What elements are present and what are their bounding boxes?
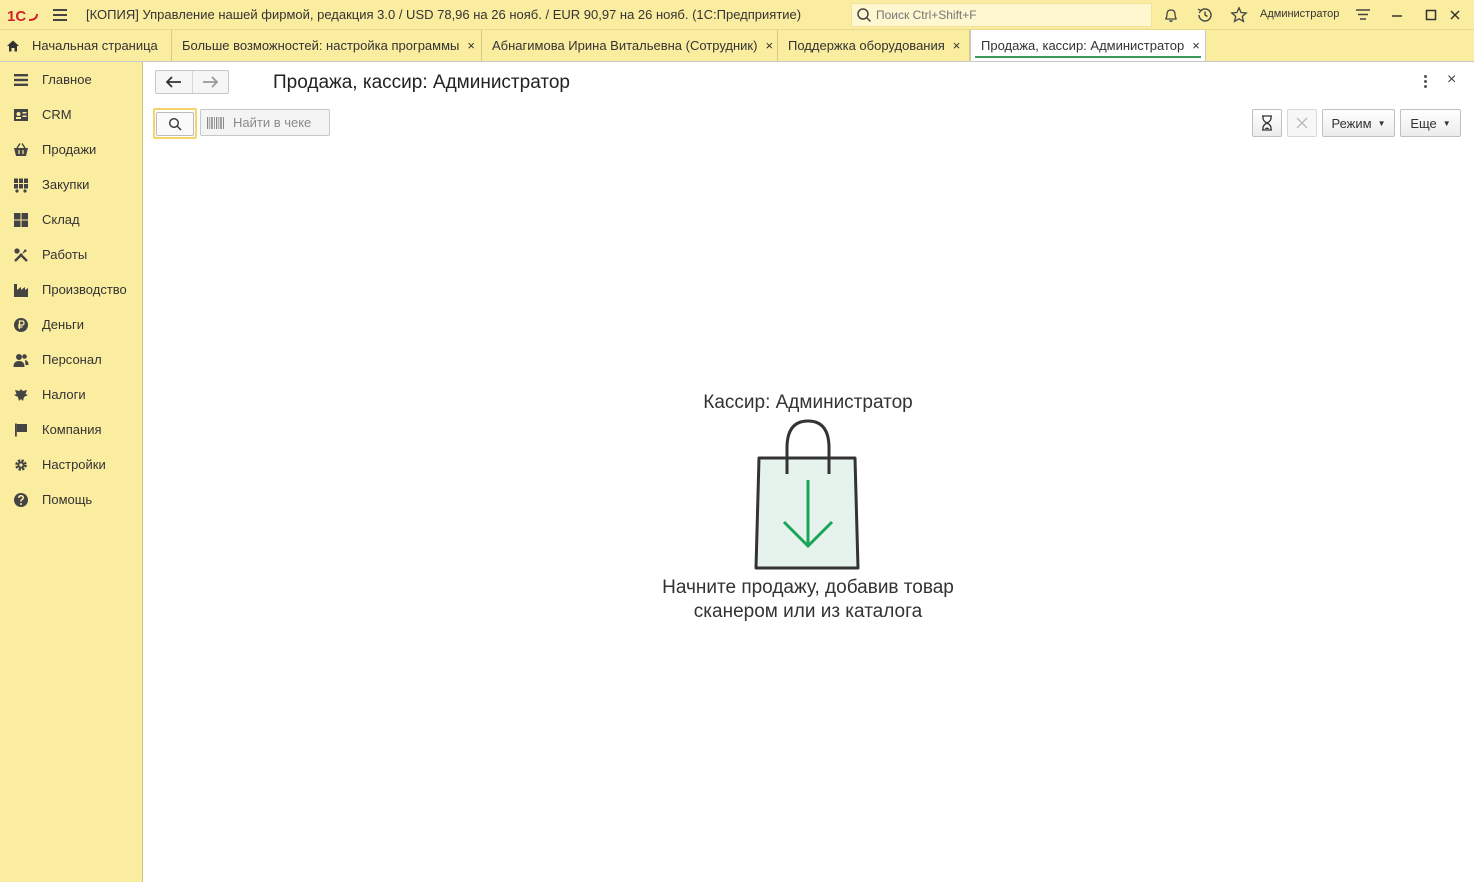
sidebar-item-label: Склад <box>42 212 80 227</box>
shopping-bag-icon <box>754 419 860 570</box>
sidebar-item-money[interactable]: Деньги <box>0 307 142 342</box>
sidebar-item-production[interactable]: Производство <box>0 272 142 307</box>
forward-arrow-icon[interactable] <box>193 71 229 93</box>
tab-employee[interactable]: Абнагимова Ирина Витальевна (Сотрудник) … <box>482 30 778 61</box>
sidebar-item-main[interactable]: Главное <box>0 62 142 97</box>
sidebar-item-sales[interactable]: Продажи <box>0 132 142 167</box>
sidebar-item-label: Персонал <box>42 352 102 367</box>
factory-icon <box>12 281 30 299</box>
tab-close-icon[interactable]: × <box>1192 38 1200 53</box>
warehouse-icon <box>12 211 30 229</box>
minimize-icon[interactable] <box>1387 5 1407 25</box>
cashier-label: Кассир: Администратор <box>703 392 913 413</box>
more-button-label: Еще <box>1410 115 1437 131</box>
barcode-icon <box>207 116 224 129</box>
hint-line-1: Начните продажу, добавив товар <box>662 577 954 598</box>
tab-label: Абнагимова Ирина Витальевна (Сотрудник) <box>492 38 758 53</box>
history-icon[interactable] <box>1195 5 1215 25</box>
sidebar: Главное CRM Продажи Закупки Склад Работы… <box>0 62 143 882</box>
people-icon <box>12 351 30 369</box>
hourglass-button[interactable] <box>1252 109 1282 137</box>
sidebar-item-warehouse[interactable]: Склад <box>0 202 142 237</box>
basket-icon <box>12 141 30 159</box>
tab-home[interactable]: Начальная страница <box>0 30 172 61</box>
form-close-icon[interactable]: × <box>1447 71 1456 89</box>
flag-icon <box>12 421 30 439</box>
back-arrow-icon[interactable] <box>156 71 193 93</box>
page-title: Продажа, кассир: Администратор <box>273 72 570 93</box>
mode-button[interactable]: Режим ▼ <box>1322 109 1395 137</box>
user-name[interactable]: Администратор <box>1260 8 1339 20</box>
empty-state-hint: Начните продажу, добавив товар сканером … <box>633 576 983 624</box>
gear-icon <box>12 456 30 474</box>
sidebar-item-personnel[interactable]: Персонал <box>0 342 142 377</box>
tab-label: Поддержка оборудования <box>788 38 945 53</box>
crm-icon <box>12 106 30 124</box>
mode-button-label: Режим <box>1331 115 1372 131</box>
bell-icon[interactable] <box>1161 5 1181 25</box>
sidebar-item-label: Главное <box>42 72 92 87</box>
cart-icon <box>12 176 30 194</box>
sidebar-item-label: Помощь <box>42 492 93 507</box>
find-in-receipt-placeholder: Найти в чеке <box>233 115 312 130</box>
sidebar-item-label: Продажи <box>42 142 97 157</box>
more-button[interactable]: Еще ▼ <box>1400 109 1461 137</box>
sidebar-item-purchases[interactable]: Закупки <box>0 167 142 202</box>
tab-label: Больше возможностей: настройка программы <box>182 38 460 53</box>
form-area: Продажа, кассир: Администратор × Найти в… <box>143 62 1474 882</box>
global-search[interactable] <box>851 3 1152 27</box>
tab-label: Начальная страница <box>32 38 158 53</box>
eagle-icon <box>12 386 30 404</box>
home-icon <box>7 40 19 51</box>
ruble-icon <box>12 316 30 334</box>
chevron-down-icon: ▼ <box>1377 118 1386 128</box>
tab-bar: Начальная страница Больше возможностей: … <box>0 30 1474 62</box>
sidebar-item-label: Настройки <box>42 457 106 472</box>
sidebar-item-label: Налоги <box>42 387 86 402</box>
sidebar-item-settings[interactable]: Настройки <box>0 447 142 482</box>
window-title: [КОПИЯ] Управление нашей фирмой, редакци… <box>86 7 802 22</box>
hint-line-2: сканером или из каталога <box>693 601 923 622</box>
cross-icon <box>1296 117 1308 129</box>
sidebar-item-label: CRM <box>42 107 72 122</box>
app-logo[interactable]: 1С <box>4 0 42 30</box>
sidebar-item-taxes[interactable]: Налоги <box>0 377 142 412</box>
star-icon[interactable] <box>1229 5 1249 25</box>
tab-close-icon[interactable]: × <box>467 38 475 53</box>
help-icon <box>12 491 30 509</box>
cancel-button[interactable] <box>1287 109 1317 137</box>
search-icon <box>168 117 182 130</box>
tab-label: Продажа, кассир: Администратор <box>981 38 1185 53</box>
logo-text: 1С <box>7 8 26 23</box>
sidebar-item-label: Компания <box>42 422 102 437</box>
list-icon <box>12 71 30 89</box>
sidebar-item-company[interactable]: Компания <box>0 412 142 447</box>
tab-close-icon[interactable]: × <box>953 38 961 53</box>
tools-icon <box>12 246 30 264</box>
sidebar-item-label: Производство <box>42 282 127 297</box>
global-search-input[interactable] <box>872 8 1146 22</box>
form-more-icon[interactable] <box>1419 72 1431 90</box>
search-icon <box>857 8 872 23</box>
nav-buttons <box>155 70 229 94</box>
chevron-down-icon: ▼ <box>1442 118 1451 128</box>
sidebar-item-works[interactable]: Работы <box>0 237 142 272</box>
find-in-receipt-field[interactable]: Найти в чеке <box>200 109 330 136</box>
tab-settings-more[interactable]: Больше возможностей: настройка программы… <box>172 30 482 61</box>
tab-close-icon[interactable]: × <box>765 38 773 53</box>
hourglass-icon <box>1262 115 1272 131</box>
close-icon[interactable] <box>1445 5 1465 25</box>
sidebar-item-label: Закупки <box>42 177 90 192</box>
search-button[interactable] <box>153 108 197 139</box>
sidebar-item-label: Работы <box>42 247 88 262</box>
maximize-icon[interactable] <box>1421 5 1441 25</box>
main-menu-icon[interactable] <box>46 0 74 30</box>
title-bar: 1С [КОПИЯ] Управление нашей фирмой, реда… <box>0 0 1474 30</box>
settings-lines-icon[interactable] <box>1353 5 1373 25</box>
tab-equipment[interactable]: Поддержка оборудования × <box>778 30 970 61</box>
sidebar-item-label: Деньги <box>42 317 84 332</box>
tab-sale-cashier[interactable]: Продажа, кассир: Администратор × <box>970 30 1206 61</box>
sidebar-item-crm[interactable]: CRM <box>0 97 142 132</box>
sidebar-item-help[interactable]: Помощь <box>0 482 142 517</box>
